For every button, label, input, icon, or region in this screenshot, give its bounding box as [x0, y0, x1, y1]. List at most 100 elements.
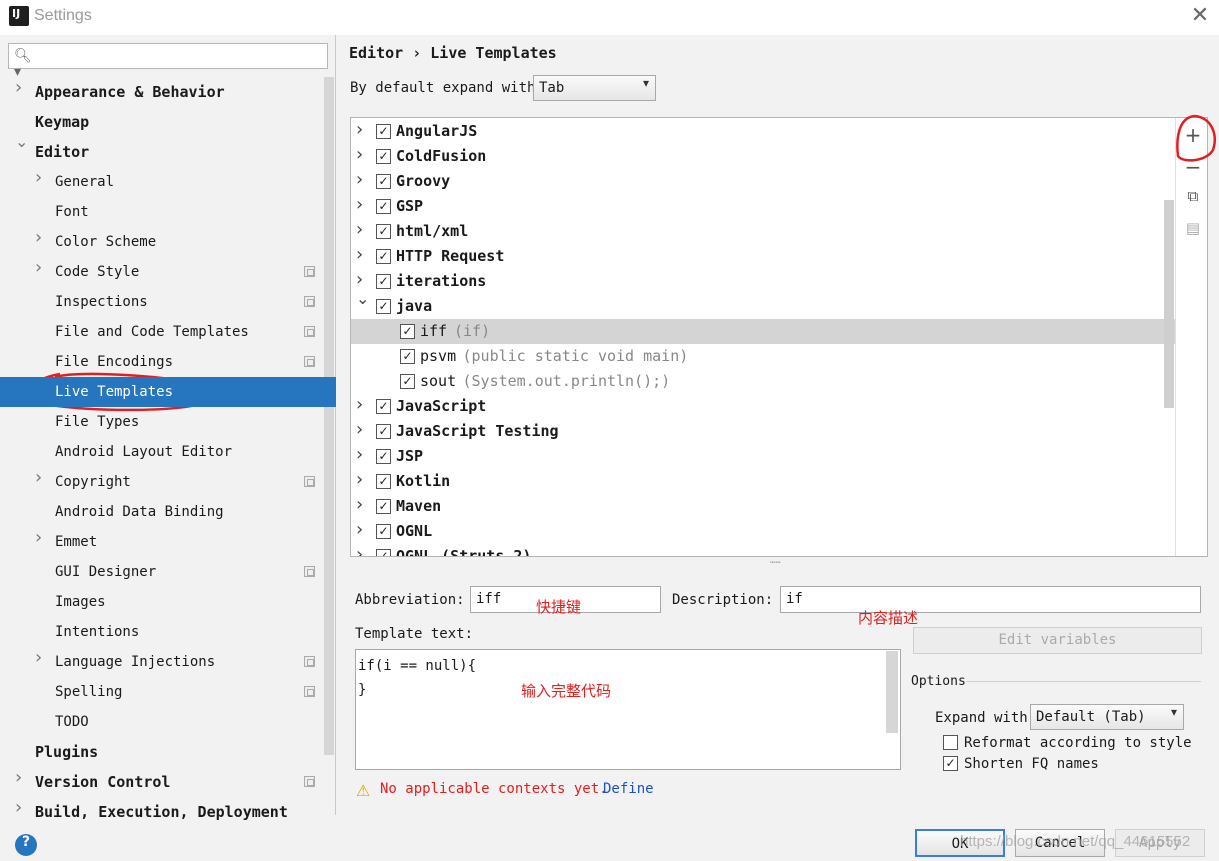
- template-checkbox[interactable]: ✓: [376, 174, 391, 189]
- template-group-row[interactable]: › ✓ JavaScript: [351, 394, 1176, 419]
- shorten-fq-label[interactable]: Shorten FQ names: [964, 756, 1099, 772]
- template-checkbox[interactable]: ✓: [376, 199, 391, 214]
- template-checkbox[interactable]: ✓: [376, 474, 391, 489]
- chevron-right-icon[interactable]: ›: [356, 394, 363, 415]
- template-group-row[interactable]: › ✓ html/xml: [351, 219, 1176, 244]
- chevron-right-icon[interactable]: ›: [35, 467, 42, 488]
- template-group-row[interactable]: › ✓ GSP: [351, 194, 1176, 219]
- template-group-row[interactable]: › ✓ JavaScript Testing: [351, 419, 1176, 444]
- template-checkbox[interactable]: ✓: [376, 499, 391, 514]
- template-checkbox[interactable]: ✓: [376, 249, 391, 264]
- copy-icon[interactable]: ⧉: [1182, 187, 1204, 209]
- chevron-right-icon[interactable]: ›: [356, 169, 363, 190]
- chevron-right-icon[interactable]: ›: [356, 244, 363, 265]
- sidebar-item[interactable]: Plugins: [0, 737, 320, 767]
- template-checkbox[interactable]: ✓: [376, 224, 391, 239]
- tree-scrollbar[interactable]: [1164, 200, 1174, 408]
- template-checkbox[interactable]: ✓: [376, 424, 391, 439]
- template-group-row[interactable]: › ✓ Maven: [351, 494, 1176, 519]
- template-group-row[interactable]: › ✓ iterations: [351, 269, 1176, 294]
- template-checkbox[interactable]: ✓: [400, 349, 415, 364]
- sidebar-item[interactable]: File Types: [0, 407, 320, 437]
- template-checkbox[interactable]: ✓: [376, 399, 391, 414]
- chevron-right-icon[interactable]: ›: [356, 519, 363, 540]
- sidebar-item[interactable]: Keymap: [0, 107, 320, 137]
- chevron-right-icon[interactable]: ›: [356, 269, 363, 290]
- description-field[interactable]: if: [780, 586, 1201, 613]
- sidebar-item[interactable]: › Code Style: [0, 257, 320, 287]
- chevron-right-icon[interactable]: ›: [15, 77, 22, 98]
- chevron-right-icon[interactable]: ›: [356, 219, 363, 240]
- default-expand-dropdown[interactable]: Tab ▾: [533, 75, 656, 101]
- search-icon[interactable]: 🔍︎▾: [14, 48, 34, 80]
- sidebar-item[interactable]: Live Templates: [0, 377, 336, 407]
- sidebar-item[interactable]: Inspections: [0, 287, 320, 317]
- add-icon[interactable]: +: [1182, 123, 1204, 147]
- edit-icon[interactable]: ▤: [1182, 219, 1204, 241]
- edit-variables-button[interactable]: Edit variables: [913, 627, 1202, 654]
- template-group-row[interactable]: › ✓ Groovy: [351, 169, 1176, 194]
- template-group-row[interactable]: › ✓ OGNL (Struts 2): [351, 544, 1176, 556]
- reformat-label[interactable]: Reformat according to style: [964, 735, 1192, 751]
- splitter-handle[interactable]: ⋯⋯: [770, 558, 781, 568]
- template-checkbox[interactable]: ✓: [376, 149, 391, 164]
- template-row[interactable]: ✓ iff (if): [351, 319, 1176, 344]
- sidebar-item[interactable]: › General: [0, 167, 320, 197]
- template-checkbox[interactable]: ✓: [376, 274, 391, 289]
- template-row[interactable]: ✓ psvm (public static void main): [351, 344, 1176, 369]
- sidebar-item[interactable]: › Appearance & Behavior: [0, 77, 320, 107]
- sidebar-item[interactable]: ⌄ Editor: [0, 132, 320, 167]
- chevron-right-icon[interactable]: ›: [35, 257, 42, 278]
- chevron-right-icon[interactable]: ›: [15, 797, 22, 818]
- sidebar-item[interactable]: Android Data Binding: [0, 497, 320, 527]
- template-group-row[interactable]: ⌄ ✓ java: [351, 289, 1176, 319]
- sidebar-item[interactable]: Font: [0, 197, 320, 227]
- chevron-right-icon[interactable]: ›: [356, 144, 363, 165]
- sidebar-item[interactable]: › Build, Execution, Deployment: [0, 797, 320, 827]
- remove-icon[interactable]: −: [1182, 155, 1204, 179]
- shorten-fq-checkbox[interactable]: ✓: [943, 756, 958, 771]
- template-group-row[interactable]: › ✓ JSP: [351, 444, 1176, 469]
- expand-with-dropdown[interactable]: Default (Tab) ▾: [1030, 704, 1184, 730]
- settings-search-input[interactable]: [8, 43, 328, 69]
- sidebar-item[interactable]: Spelling: [0, 677, 320, 707]
- chevron-right-icon[interactable]: ›: [35, 167, 42, 188]
- sidebar-item[interactable]: Android Layout Editor: [0, 437, 320, 467]
- template-checkbox[interactable]: ✓: [400, 374, 415, 389]
- template-group-row[interactable]: › ✓ Kotlin: [351, 469, 1176, 494]
- template-checkbox[interactable]: ✓: [376, 124, 391, 139]
- template-checkbox[interactable]: ✓: [376, 524, 391, 539]
- sidebar-item[interactable]: › Copyright: [0, 467, 320, 497]
- chevron-down-icon[interactable]: ⌄: [356, 289, 369, 308]
- chevron-right-icon[interactable]: ›: [356, 444, 363, 465]
- template-text-editor[interactable]: if(i == null){ }: [355, 649, 901, 770]
- chevron-right-icon[interactable]: ›: [35, 227, 42, 248]
- template-checkbox[interactable]: ✓: [376, 449, 391, 464]
- chevron-right-icon[interactable]: ›: [35, 647, 42, 668]
- sidebar-item[interactable]: › Language Injections: [0, 647, 320, 677]
- chevron-right-icon[interactable]: ›: [356, 469, 363, 490]
- sidebar-item[interactable]: GUI Designer: [0, 557, 320, 587]
- chevron-right-icon[interactable]: ›: [35, 527, 42, 548]
- chevron-right-icon[interactable]: ›: [356, 119, 363, 140]
- sidebar-item[interactable]: File and Code Templates: [0, 317, 320, 347]
- reformat-checkbox[interactable]: [943, 735, 958, 750]
- live-templates-tree[interactable]: › ✓ AngularJS › ✓ ColdFusion › ✓ Groovy › ✓ GSP › ✓ ht…: [350, 117, 1208, 557]
- template-group-row[interactable]: › ✓ HTTP Request: [351, 244, 1176, 269]
- chevron-right-icon[interactable]: ›: [356, 544, 363, 556]
- help-icon[interactable]: ?: [15, 834, 37, 856]
- template-checkbox[interactable]: ✓: [376, 549, 391, 556]
- sidebar-item[interactable]: › Emmet: [0, 527, 320, 557]
- sidebar-item[interactable]: Images: [0, 587, 320, 617]
- template-checkbox[interactable]: ✓: [400, 324, 415, 339]
- sidebar-item[interactable]: TODO: [0, 707, 320, 737]
- template-scrollbar[interactable]: [886, 651, 898, 733]
- sidebar-item[interactable]: › Color Scheme: [0, 227, 320, 257]
- chevron-right-icon[interactable]: ›: [15, 767, 22, 788]
- template-row[interactable]: ✓ sout (System.out.println();): [351, 369, 1176, 394]
- template-group-row[interactable]: › ✓ OGNL: [351, 519, 1176, 544]
- chevron-down-icon[interactable]: ⌄: [15, 132, 28, 151]
- chevron-right-icon[interactable]: ›: [356, 419, 363, 440]
- sidebar-item[interactable]: File Encodings: [0, 347, 320, 377]
- sidebar-item[interactable]: › Version Control: [0, 767, 320, 797]
